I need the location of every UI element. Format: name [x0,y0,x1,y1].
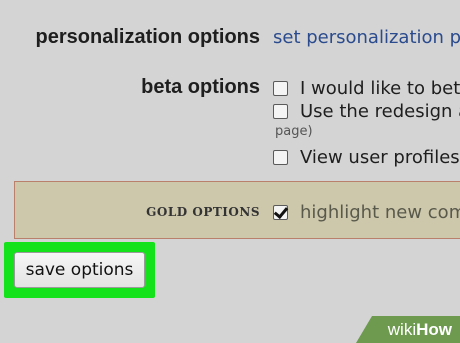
beta-option-1-checkbox[interactable] [273,80,288,96]
beta-option-2-checkbox[interactable] [273,103,288,119]
set-personalization-link[interactable]: set personalization pr [273,27,460,48]
save-options-button[interactable]: save options [14,252,145,288]
beta-options-label: beta options [141,76,260,98]
beta-option-row: View user profiles [273,145,460,169]
gold-option-1-checkbox[interactable] [273,204,288,220]
wikihow-watermark: wiki How [356,316,460,343]
watermark-how-text: How [416,319,452,339]
gold-option-row: highlight new com [273,200,460,224]
beta-option-3-checkbox[interactable] [273,149,288,165]
beta-option-1-label[interactable]: I would like to bet [300,78,460,99]
gold-option-1-label[interactable]: highlight new com [300,202,460,223]
watermark-wiki-text: wiki [387,319,417,339]
beta-option-3-label[interactable]: View user profiles [300,147,460,168]
beta-option-2-continuation: page) [275,124,313,139]
personalization-options-label: personalization options [35,26,260,48]
beta-option-2-label[interactable]: Use the redesign a [300,101,460,122]
beta-option-row: Use the redesign a [273,99,460,123]
gold-options-label: GOLD OPTIONS [146,205,260,219]
beta-option-row: I would like to bet [273,76,460,100]
